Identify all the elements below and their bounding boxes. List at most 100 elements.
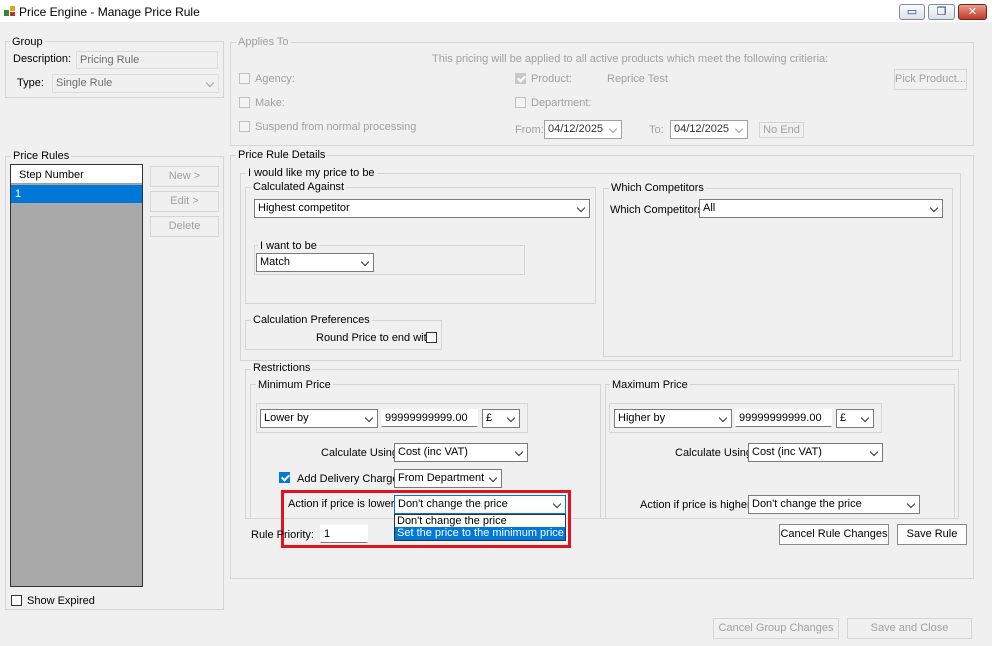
- chevron-down-icon: [860, 413, 870, 423]
- rule-priority-label: Rule Priority:: [251, 529, 314, 541]
- cancel-group-changes-button[interactable]: Cancel Group Changes: [713, 618, 839, 639]
- which-competitors-select[interactable]: All: [699, 199, 943, 218]
- save-rule-button[interactable]: Save Rule: [897, 524, 967, 545]
- want-value: Match: [260, 256, 290, 268]
- max-mode-value: Higher by: [618, 412, 666, 424]
- app-icon: [4, 6, 15, 16]
- max-calc-using-select[interactable]: Cost (inc VAT): [748, 443, 883, 462]
- round-price-checkbox[interactable]: [426, 332, 437, 343]
- dropdown-option-set-minimum[interactable]: Set the price to the minimum price: [395, 527, 565, 540]
- show-expired-checkbox[interactable]: [11, 595, 22, 606]
- restrictions-title: Restrictions: [251, 362, 313, 374]
- add-delivery-checkbox[interactable]: [279, 472, 290, 483]
- no-end-button[interactable]: No End: [759, 122, 804, 138]
- calculated-against-select[interactable]: Highest competitor: [254, 199, 590, 218]
- min-action-label: Action if price is lower:: [288, 498, 398, 510]
- applies-to-info: This pricing will be applied to all acti…: [432, 53, 829, 65]
- min-calc-using-value: Cost (inc VAT): [398, 446, 468, 458]
- to-date-value: 04/12/2025: [674, 123, 730, 135]
- step-number-header[interactable]: Step Number: [19, 169, 84, 181]
- min-amount-input[interactable]: 99999999999.00: [381, 409, 478, 427]
- pick-product-button[interactable]: Pick Product...: [894, 69, 967, 90]
- edit-rule-button[interactable]: Edit >: [150, 191, 219, 212]
- max-mode-select[interactable]: Higher by: [614, 409, 732, 428]
- calc-pref-title: Calculation Preferences: [251, 314, 372, 326]
- type-select-value: Single Rule: [56, 77, 113, 89]
- price-rule-details-title: Price Rule Details: [236, 149, 328, 161]
- min-calc-using-select[interactable]: Cost (inc VAT): [394, 443, 528, 462]
- action-dropdown-list: Don't change the price Set the price to …: [394, 514, 566, 541]
- max-calc-using-value: Cost (inc VAT): [752, 446, 822, 458]
- max-action-select[interactable]: Don't change the price: [748, 495, 920, 514]
- calculated-against-title: Calculated Against: [251, 181, 347, 193]
- delivery-value: From Department: [398, 472, 485, 484]
- chevron-down-icon: [906, 499, 916, 509]
- min-action-value: Don't change the price: [398, 498, 508, 510]
- minimize-button[interactable]: ▭: [899, 4, 925, 20]
- from-date-picker[interactable]: 04/12/2025: [544, 120, 622, 139]
- applies-to-title: Applies To: [236, 36, 291, 48]
- from-date-value: 04/12/2025: [548, 123, 604, 135]
- min-currency-select[interactable]: £: [482, 409, 520, 428]
- department-label: Department:: [531, 97, 592, 109]
- agency-checkbox[interactable]: [239, 73, 250, 84]
- type-select[interactable]: Single Rule: [52, 74, 219, 93]
- save-and-close-button[interactable]: Save and Close: [847, 618, 972, 639]
- grid-header: Step Number: [11, 165, 142, 184]
- min-action-select[interactable]: Don't change the price: [394, 495, 566, 514]
- chevron-down-icon: [488, 473, 498, 483]
- chevron-down-icon: [869, 447, 879, 457]
- maximum-price-title: Maximum Price: [610, 379, 690, 391]
- calculated-against-value: Highest competitor: [258, 202, 350, 214]
- to-label: To:: [649, 124, 664, 136]
- add-delivery-label: Add Delivery Charge: [297, 473, 399, 485]
- min-mode-select[interactable]: Lower by: [260, 409, 378, 428]
- rule-priority-input[interactable]: 1: [320, 525, 368, 543]
- close-button[interactable]: ✕: [958, 4, 987, 20]
- which-competitors-value: All: [703, 202, 716, 214]
- want-select[interactable]: Match: [256, 253, 374, 272]
- like-title: I would like my price to be: [246, 167, 377, 179]
- which-competitors-label: Which Competitors:: [610, 204, 706, 216]
- max-currency-select[interactable]: £: [836, 409, 874, 428]
- minimum-price-title: Minimum Price: [256, 379, 333, 391]
- max-action-label: Action if price is higher:: [640, 499, 754, 511]
- min-mode-value: Lower by: [264, 412, 309, 424]
- suspend-checkbox[interactable]: [239, 121, 250, 132]
- cancel-rule-changes-button[interactable]: Cancel Rule Changes: [779, 524, 889, 545]
- from-label: From:: [515, 124, 544, 136]
- max-calc-using-label: Calculate Using:: [675, 447, 756, 459]
- min-currency-value: £: [486, 412, 493, 424]
- type-label: Type:: [17, 77, 44, 89]
- department-checkbox[interactable]: [515, 97, 526, 108]
- show-expired-label: Show Expired: [27, 595, 95, 607]
- description-label: Description:: [13, 53, 72, 65]
- table-row[interactable]: 1: [11, 185, 142, 203]
- product-value: Reprice Test: [607, 73, 668, 85]
- round-price-label: Round Price to end with: [316, 332, 433, 344]
- product-checkbox[interactable]: [515, 73, 526, 84]
- step-number-cell: 1: [15, 188, 22, 200]
- description-field[interactable]: Pricing Rule: [76, 51, 218, 69]
- which-competitors-title: Which Competitors: [609, 182, 706, 194]
- price-rules-grid[interactable]: Step Number 1: [10, 164, 143, 587]
- agency-label: Agency:: [255, 73, 295, 85]
- max-amount-input[interactable]: 99999999999.00: [735, 409, 832, 427]
- product-label: Product:: [531, 73, 572, 85]
- chevron-down-icon: [205, 78, 215, 88]
- make-checkbox[interactable]: [239, 97, 250, 108]
- chevron-down-icon: [514, 447, 524, 457]
- delivery-select[interactable]: From Department: [394, 469, 502, 488]
- price-rules-title: Price Rules: [11, 150, 72, 162]
- delete-rule-button[interactable]: Delete: [150, 216, 219, 237]
- to-date-picker[interactable]: 04/12/2025: [670, 120, 748, 139]
- want-title: I want to be: [258, 240, 319, 252]
- chevron-down-icon: [718, 413, 728, 423]
- chevron-down-icon: [506, 413, 516, 423]
- suspend-label: Suspend from normal processing: [255, 121, 417, 133]
- max-action-value: Don't change the price: [752, 498, 862, 510]
- dropdown-option-dont-change[interactable]: Don't change the price: [395, 515, 565, 527]
- new-rule-button[interactable]: New >: [150, 166, 219, 187]
- chevron-down-icon: [364, 413, 374, 423]
- restore-button[interactable]: ❐: [928, 4, 955, 20]
